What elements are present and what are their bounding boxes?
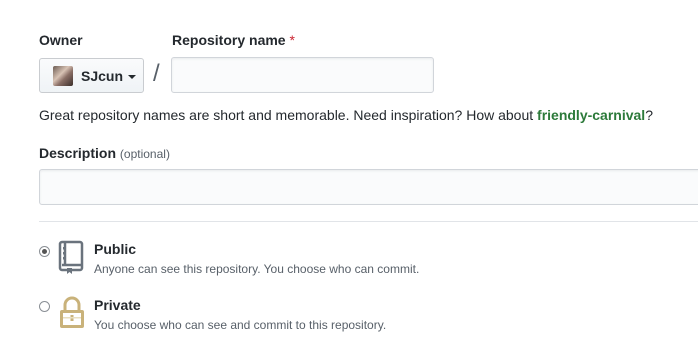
divider	[39, 221, 698, 222]
private-option-description: You choose who can see and commit to thi…	[94, 318, 387, 332]
repository-name-hint: Great repository names are short and mem…	[39, 107, 653, 123]
lock-icon	[60, 296, 84, 328]
private-option-title: Private	[94, 297, 141, 313]
hint-text: Great repository names are short and mem…	[39, 107, 538, 123]
repository-name-input[interactable]	[171, 57, 434, 93]
hint-end: ?	[645, 107, 653, 123]
owner-selected-name: SJcun	[81, 67, 124, 84]
owner-select-button[interactable]: SJcun	[39, 58, 144, 93]
description-label-text: Description	[39, 145, 117, 161]
optional-note: (optional)	[119, 147, 170, 161]
owner-repo-separator: /	[153, 60, 160, 87]
suggested-name-link[interactable]: friendly-carnival	[537, 107, 645, 123]
repo-book-icon	[58, 240, 84, 274]
repository-name-label-text: Repository name	[172, 32, 286, 48]
description-label: Description (optional)	[39, 145, 170, 161]
caret-down-icon	[128, 74, 137, 79]
avatar	[53, 65, 73, 86]
repository-name-label: Repository name *	[172, 32, 295, 48]
owner-label: Owner	[39, 32, 83, 48]
required-mark: *	[289, 32, 295, 48]
description-input[interactable]	[39, 169, 698, 205]
public-option-description: Anyone can see this repository. You choo…	[94, 262, 420, 276]
public-option-title: Public	[94, 241, 137, 257]
public-radio[interactable]	[39, 246, 50, 257]
private-radio[interactable]	[39, 301, 50, 312]
